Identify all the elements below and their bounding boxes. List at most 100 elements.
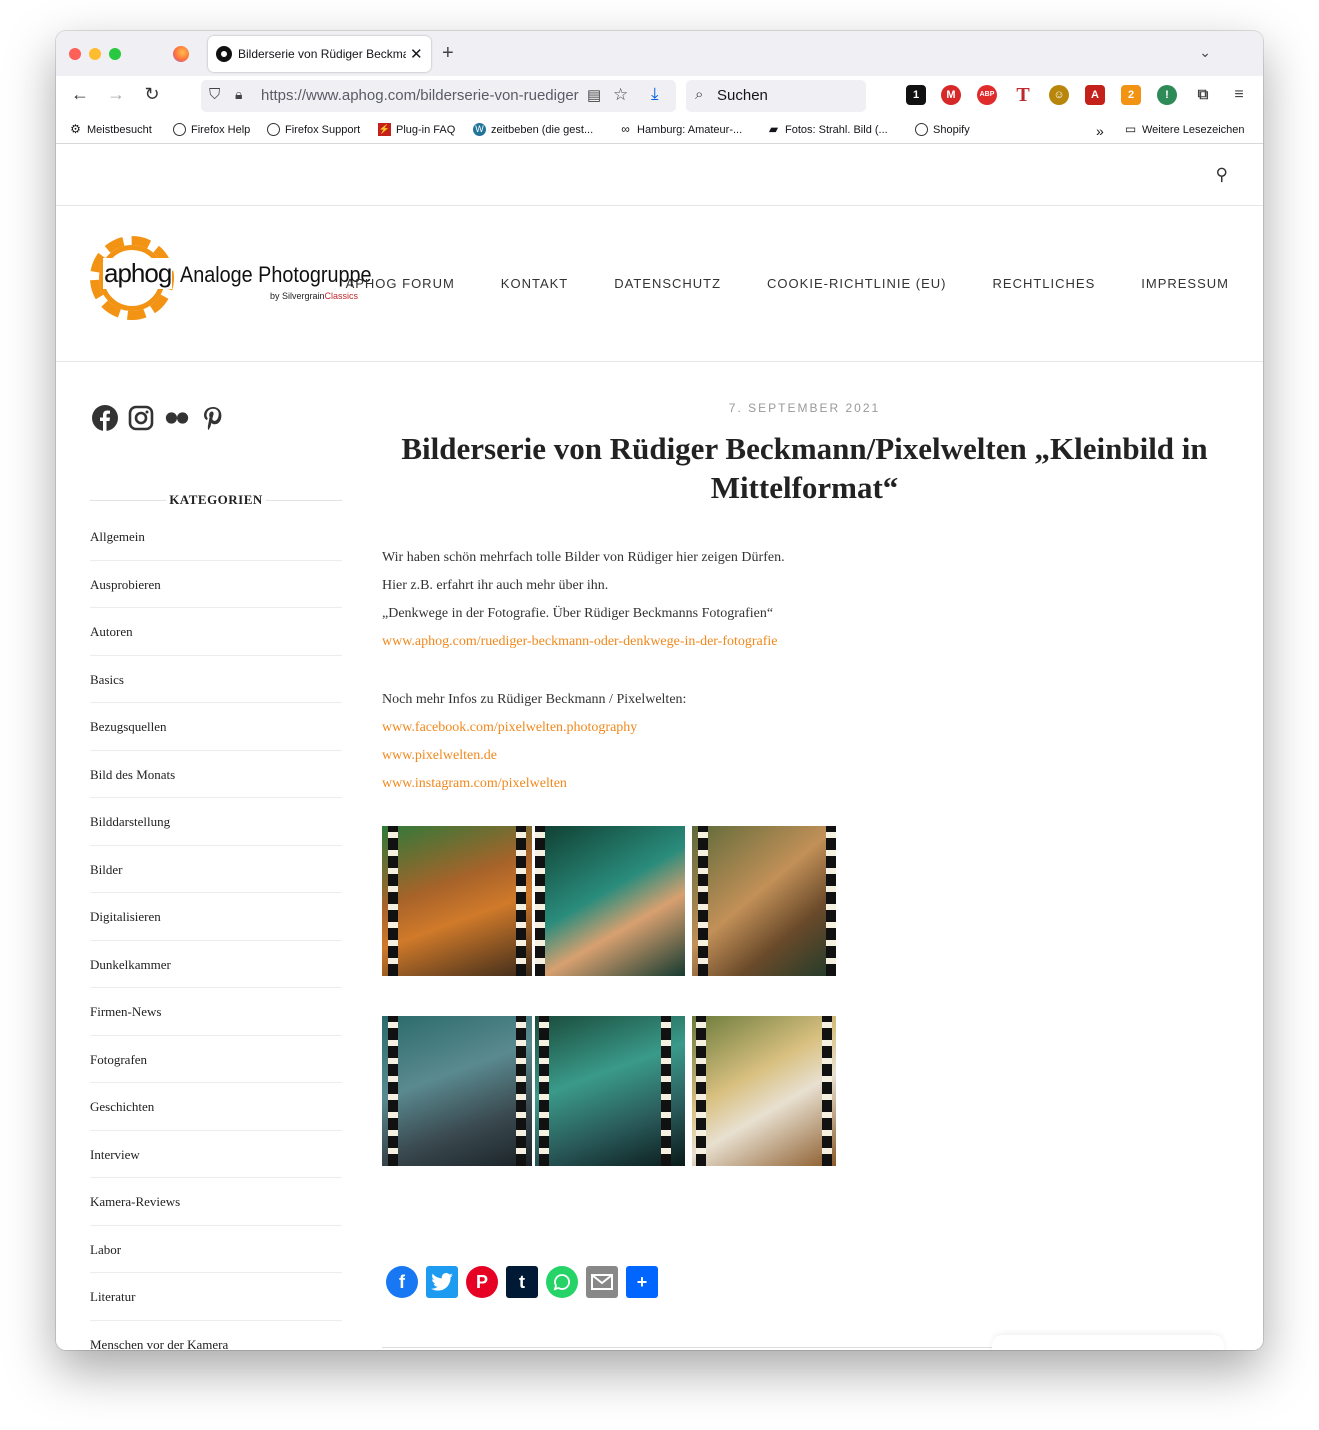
post-date[interactable]: 7. SEPTEMBER 2021	[382, 401, 1227, 415]
extension-monkey-icon[interactable]: ☺	[1049, 85, 1069, 105]
share-whatsapp-icon[interactable]	[546, 1266, 578, 1298]
category-link[interactable]: Basics	[90, 656, 342, 703]
tab-strip: Bilderserie von Rüdiger Beckmann/Pixelwe…	[56, 31, 1263, 76]
close-window-button[interactable]	[69, 48, 81, 60]
bookmark-item[interactable]: ▰ Fotos: Strahl. Bild (...	[767, 123, 888, 136]
gallery-image[interactable]	[382, 826, 532, 976]
firefox-view-icon[interactable]	[173, 46, 189, 62]
share-buttons: f P t +	[386, 1266, 658, 1298]
more-bookmarks-chevron-icon[interactable]: »	[1096, 123, 1104, 139]
category-link[interactable]: Autoren	[90, 608, 342, 656]
category-link[interactable]: Firmen-News	[90, 988, 342, 1036]
tab-title: Bilderserie von Rüdiger Beckmann/Pixelwe…	[238, 47, 406, 61]
reload-button[interactable]: ↻	[140, 84, 164, 105]
nav-datenschutz[interactable]: DATENSCHUTZ	[614, 276, 721, 291]
extensions-puzzle-icon[interactable]: ⧉	[1193, 85, 1213, 105]
bookmark-item[interactable]: Firefox Support	[267, 123, 360, 136]
pinterest-icon[interactable]	[200, 405, 226, 431]
site-search-icon[interactable]: ⚲	[1216, 165, 1228, 185]
browser-window: Bilderserie von Rüdiger Beckmann/Pixelwe…	[56, 31, 1263, 1350]
share-tumblr-icon[interactable]: t	[506, 1266, 538, 1298]
nav-cookie-richtlinie[interactable]: COOKIE-RICHTLINIE (EU)	[767, 276, 946, 291]
bookmark-star-icon[interactable]: ☆	[613, 85, 628, 105]
share-more-icon[interactable]: +	[626, 1266, 658, 1298]
close-tab-icon[interactable]: ✕	[410, 45, 423, 63]
bookmark-item[interactable]: ∞ Hamburg: Amateur-...	[619, 123, 742, 136]
gallery-image[interactable]	[692, 826, 836, 976]
bookmark-item[interactable]: ⚙ Meistbesucht	[69, 123, 152, 136]
category-link[interactable]: Bilder	[90, 846, 342, 893]
floating-widget	[992, 1335, 1224, 1350]
link-pixelwelten[interactable]: www.pixelwelten.de	[382, 742, 1227, 770]
search-bar[interactable]: ⌕ Suchen	[686, 80, 866, 112]
download-icon[interactable]: ⤓	[651, 84, 659, 104]
category-link[interactable]: Bild des Monats	[90, 751, 342, 798]
url-text[interactable]: https://www.aphog.com/bilderserie-von-ru…	[261, 87, 579, 104]
gallery-image[interactable]	[692, 1016, 836, 1166]
nav-impressum[interactable]: IMPRESSUM	[1141, 276, 1229, 291]
share-facebook-icon[interactable]: f	[386, 1266, 418, 1298]
search-input[interactable]: Suchen	[717, 87, 768, 104]
category-link[interactable]: Ausprobieren	[90, 561, 342, 608]
tracking-shield-icon[interactable]: ⛉	[209, 86, 220, 103]
extension-alert-icon[interactable]: !	[1157, 85, 1177, 105]
extension-1password-icon[interactable]: 1	[906, 85, 926, 105]
nav-kontakt[interactable]: KONTAKT	[501, 276, 568, 291]
share-pinterest-icon[interactable]: P	[466, 1266, 498, 1298]
zoom-window-button[interactable]	[109, 48, 121, 60]
category-link[interactable]: Fotografen	[90, 1036, 342, 1083]
bookmark-item[interactable]: Shopify	[915, 123, 970, 136]
link-denkwege[interactable]: www.aphog.com/ruediger-beckmann-oder-den…	[382, 628, 1227, 656]
category-link[interactable]: Geschichten	[90, 1083, 342, 1131]
share-email-icon[interactable]	[586, 1266, 618, 1298]
nav-aphog-forum[interactable]: APHOG FORUM	[346, 276, 455, 291]
site-header: aphog Analoge Photogruppe by Silvergrain…	[56, 206, 1263, 362]
gallery-image[interactable]	[382, 1016, 532, 1166]
divider	[382, 1347, 992, 1348]
category-link[interactable]: Bilddarstellung	[90, 798, 342, 846]
gallery-image[interactable]	[535, 826, 685, 976]
facebook-icon[interactable]	[92, 405, 118, 431]
bookmark-item[interactable]: Firefox Help	[173, 123, 250, 136]
extension-t-icon[interactable]: T	[1013, 85, 1033, 105]
link-facebook[interactable]: www.facebook.com/pixelwelten.photography	[382, 714, 1227, 742]
bookmark-folder[interactable]: ▭ Weitere Lesezeichen	[1124, 123, 1245, 136]
bookmark-item[interactable]: Wzeitbeben (die gest...	[473, 123, 593, 136]
app-menu-icon[interactable]: ≡	[1229, 85, 1249, 105]
social-links	[92, 405, 226, 431]
new-tab-button[interactable]: +	[442, 42, 454, 65]
logo-subtitle: by SilvergrainClassics	[270, 291, 359, 301]
categories-list: Allgemein Ausprobieren Autoren Basics Be…	[90, 513, 342, 1350]
lock-icon[interactable]: 🔒︎	[235, 86, 242, 103]
list-all-tabs-chevron-icon[interactable]: ⌄	[1199, 44, 1211, 61]
photo-icon: ▰	[768, 122, 779, 136]
extension-mega-icon[interactable]: M	[941, 85, 961, 105]
category-link[interactable]: Interview	[90, 1131, 342, 1178]
extension-adblock-icon[interactable]: ABP	[977, 85, 997, 105]
category-link[interactable]: Bezugsquellen	[90, 703, 342, 751]
category-link[interactable]: Kamera-Reviews	[90, 1178, 342, 1226]
gallery-image[interactable]	[535, 1016, 685, 1166]
active-tab[interactable]: Bilderserie von Rüdiger Beckmann/Pixelwe…	[208, 36, 431, 72]
category-link[interactable]: Allgemein	[90, 513, 342, 561]
reader-view-icon[interactable]: ▤	[587, 86, 601, 104]
category-link[interactable]: Dunkelkammer	[90, 941, 342, 988]
link-instagram[interactable]: www.instagram.com/pixelwelten	[382, 770, 1227, 798]
category-link[interactable]: Digitalisieren	[90, 893, 342, 941]
logo-word: aphog	[103, 258, 172, 289]
category-link[interactable]: Menschen vor der Kamera	[90, 1321, 342, 1351]
nav-rechtliches[interactable]: RECHTLICHES	[993, 276, 1096, 291]
instagram-icon[interactable]	[128, 405, 154, 431]
extension-pdf-icon[interactable]: A	[1085, 85, 1105, 105]
url-bar[interactable]: ⛉ 🔒︎ https://www.aphog.com/bilderserie-v…	[201, 80, 676, 112]
share-twitter-icon[interactable]	[426, 1266, 458, 1298]
forward-button[interactable]: →	[104, 84, 128, 105]
bookmark-item[interactable]: ⚡ Plug-in FAQ	[378, 123, 455, 136]
plugin-icon: ⚡	[378, 123, 391, 136]
category-link[interactable]: Labor	[90, 1226, 342, 1273]
extension-badge-2-icon[interactable]: 2	[1121, 85, 1141, 105]
minimize-window-button[interactable]	[89, 48, 101, 60]
flickr-icon[interactable]	[164, 405, 190, 431]
back-button[interactable]: ←	[68, 84, 92, 105]
category-link[interactable]: Literatur	[90, 1273, 342, 1321]
